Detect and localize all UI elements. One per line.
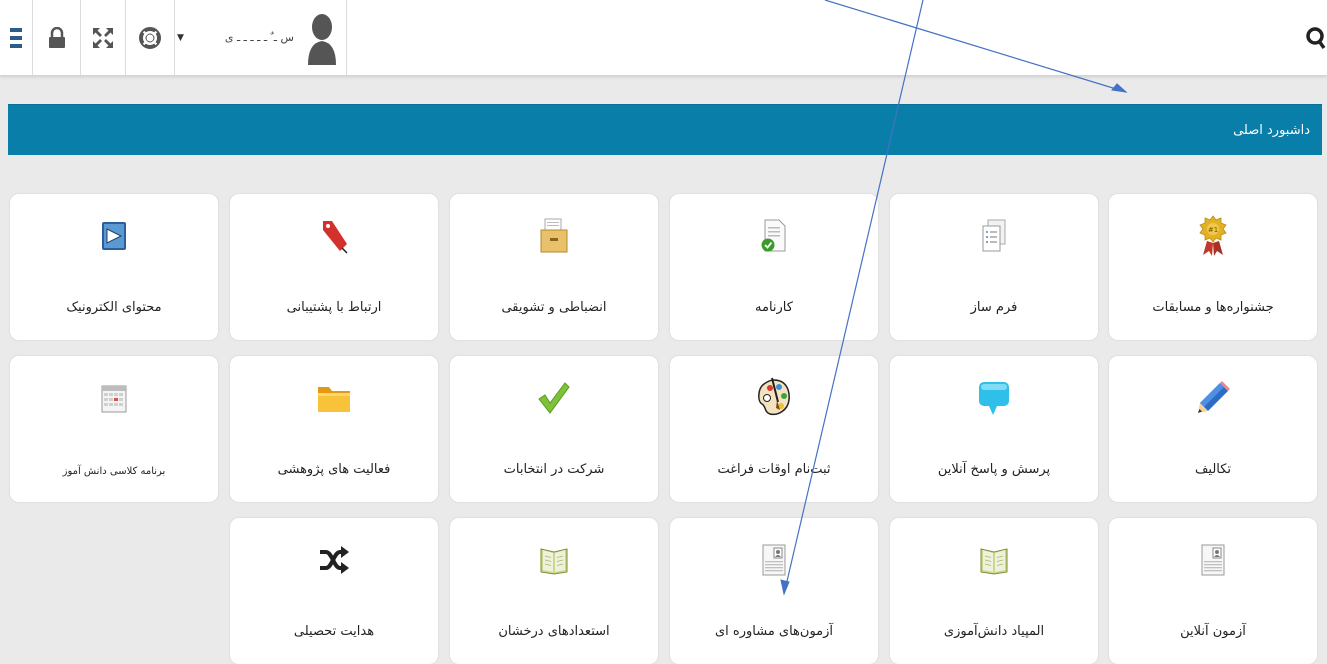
tile-elections[interactable]: شرکت در انتخابات	[450, 356, 658, 502]
tile-label: پرسش و پاسخ آنلاین	[937, 462, 1051, 477]
tile-academic-guidance[interactable]: هدایت تحصیلی	[230, 518, 438, 664]
palette-icon	[758, 377, 790, 416]
tile-counseling-exams[interactable]: آزمون‌های مشاوره ای	[670, 518, 878, 664]
tile-online-qa[interactable]: پرسش و پاسخ آنلاین	[890, 356, 1098, 502]
avatar-icon	[308, 14, 336, 65]
tile-gifted-talents[interactable]: استعدادهای درخشان	[450, 518, 658, 664]
tile-label: فعالیت های پژوهشی	[277, 462, 391, 477]
tile-label: ارتباط با پشتیبانی	[286, 300, 382, 315]
red-tag-icon	[323, 221, 348, 254]
tile-electronic-content[interactable]: محتوای الکترونیک	[10, 194, 218, 340]
tile-label: آزمون‌های مشاوره ای	[714, 624, 834, 639]
tile-homework[interactable]: تکالیف	[1109, 356, 1317, 502]
tile-label: شرکت در انتخابات	[503, 462, 605, 477]
tile-label: برنامه کلاسی دانش آموز	[62, 466, 166, 477]
lock-icon	[48, 26, 65, 48]
open-book-icon	[980, 548, 1008, 575]
page-title: داشبورد اصلی	[1233, 122, 1310, 138]
help-button[interactable]	[126, 0, 175, 75]
lock-button[interactable]	[32, 0, 81, 75]
tile-label: فرم ساز	[970, 300, 1018, 315]
tile-label: ثبت‌نام اوقات فراغت	[717, 462, 831, 477]
tile-label: جشنواره‌ها و مسابقات	[1152, 300, 1274, 315]
username: س ـ ٌ ـ ـ ـ ـ ـ ی	[224, 31, 294, 44]
svg-text:#1: #1	[1208, 226, 1218, 234]
expand-icon	[92, 27, 113, 48]
dashboard-banner: داشبورد اصلی	[8, 104, 1322, 155]
calendar-icon	[101, 385, 127, 413]
form-documents-icon	[982, 219, 1006, 252]
tile-label: کارنامه	[755, 300, 793, 315]
tile-class-schedule[interactable]: برنامه کلاسی دانش آموز	[10, 356, 218, 502]
tile-festivals[interactable]: #1 جشنواره‌ها و مسابقات	[1109, 194, 1317, 340]
folder-icon	[318, 387, 350, 412]
tile-report-card[interactable]: کارنامه	[670, 194, 878, 340]
lifebuoy-icon	[139, 26, 161, 49]
tile-label: محتوای الکترونیک	[66, 300, 162, 315]
chevron-down-icon: ▼	[177, 32, 184, 43]
tile-label: استعدادهای درخشان	[498, 624, 610, 639]
tile-olympiad[interactable]: المپیاد دانش‌آموزی	[890, 518, 1098, 664]
exam-sheet-icon	[762, 544, 786, 576]
archive-box-icon	[540, 218, 568, 253]
tile-online-exam[interactable]: آزمون آنلاین	[1109, 518, 1317, 664]
search-button[interactable]	[1287, 0, 1327, 75]
tile-research[interactable]: فعالیت های پژوهشی	[230, 356, 438, 502]
report-card-icon	[761, 219, 786, 252]
tile-leisure-registration[interactable]: ثبت‌نام اوقات فراغت	[670, 356, 878, 502]
tile-support[interactable]: ارتباط با پشتیبانی	[230, 194, 438, 340]
checkmark-icon	[538, 382, 570, 414]
tile-discipline[interactable]: انضباطی و تشویقی	[450, 194, 658, 340]
tile-label: انضباطی و تشویقی	[501, 300, 607, 315]
search-icon	[1306, 26, 1326, 49]
tile-label: تکالیف	[1194, 462, 1232, 477]
user-menu[interactable]: ▼ س ـ ٌ ـ ـ ـ ـ ـ ی	[175, 0, 347, 75]
exam-sheet-icon	[1201, 544, 1225, 576]
tile-form-builder[interactable]: فرم ساز	[890, 194, 1098, 340]
speech-bubble-icon	[979, 382, 1009, 415]
menu-button[interactable]	[0, 0, 32, 75]
award-badge-icon: #1	[1199, 215, 1227, 256]
open-book-icon	[540, 548, 568, 575]
tile-label: المپیاد دانش‌آموزی	[943, 624, 1045, 639]
fullscreen-button[interactable]	[80, 0, 126, 75]
top-bar: ▼ س ـ ٌ ـ ـ ـ ـ ـ ی	[0, 0, 1327, 76]
shuffle-icon	[320, 546, 349, 574]
tile-label: هدایت تحصیلی	[293, 624, 375, 639]
menu-icon	[10, 27, 22, 48]
tile-label: آزمون آنلاین	[1180, 624, 1246, 639]
pencil-icon	[1198, 381, 1230, 413]
electronic-content-icon	[102, 222, 126, 250]
